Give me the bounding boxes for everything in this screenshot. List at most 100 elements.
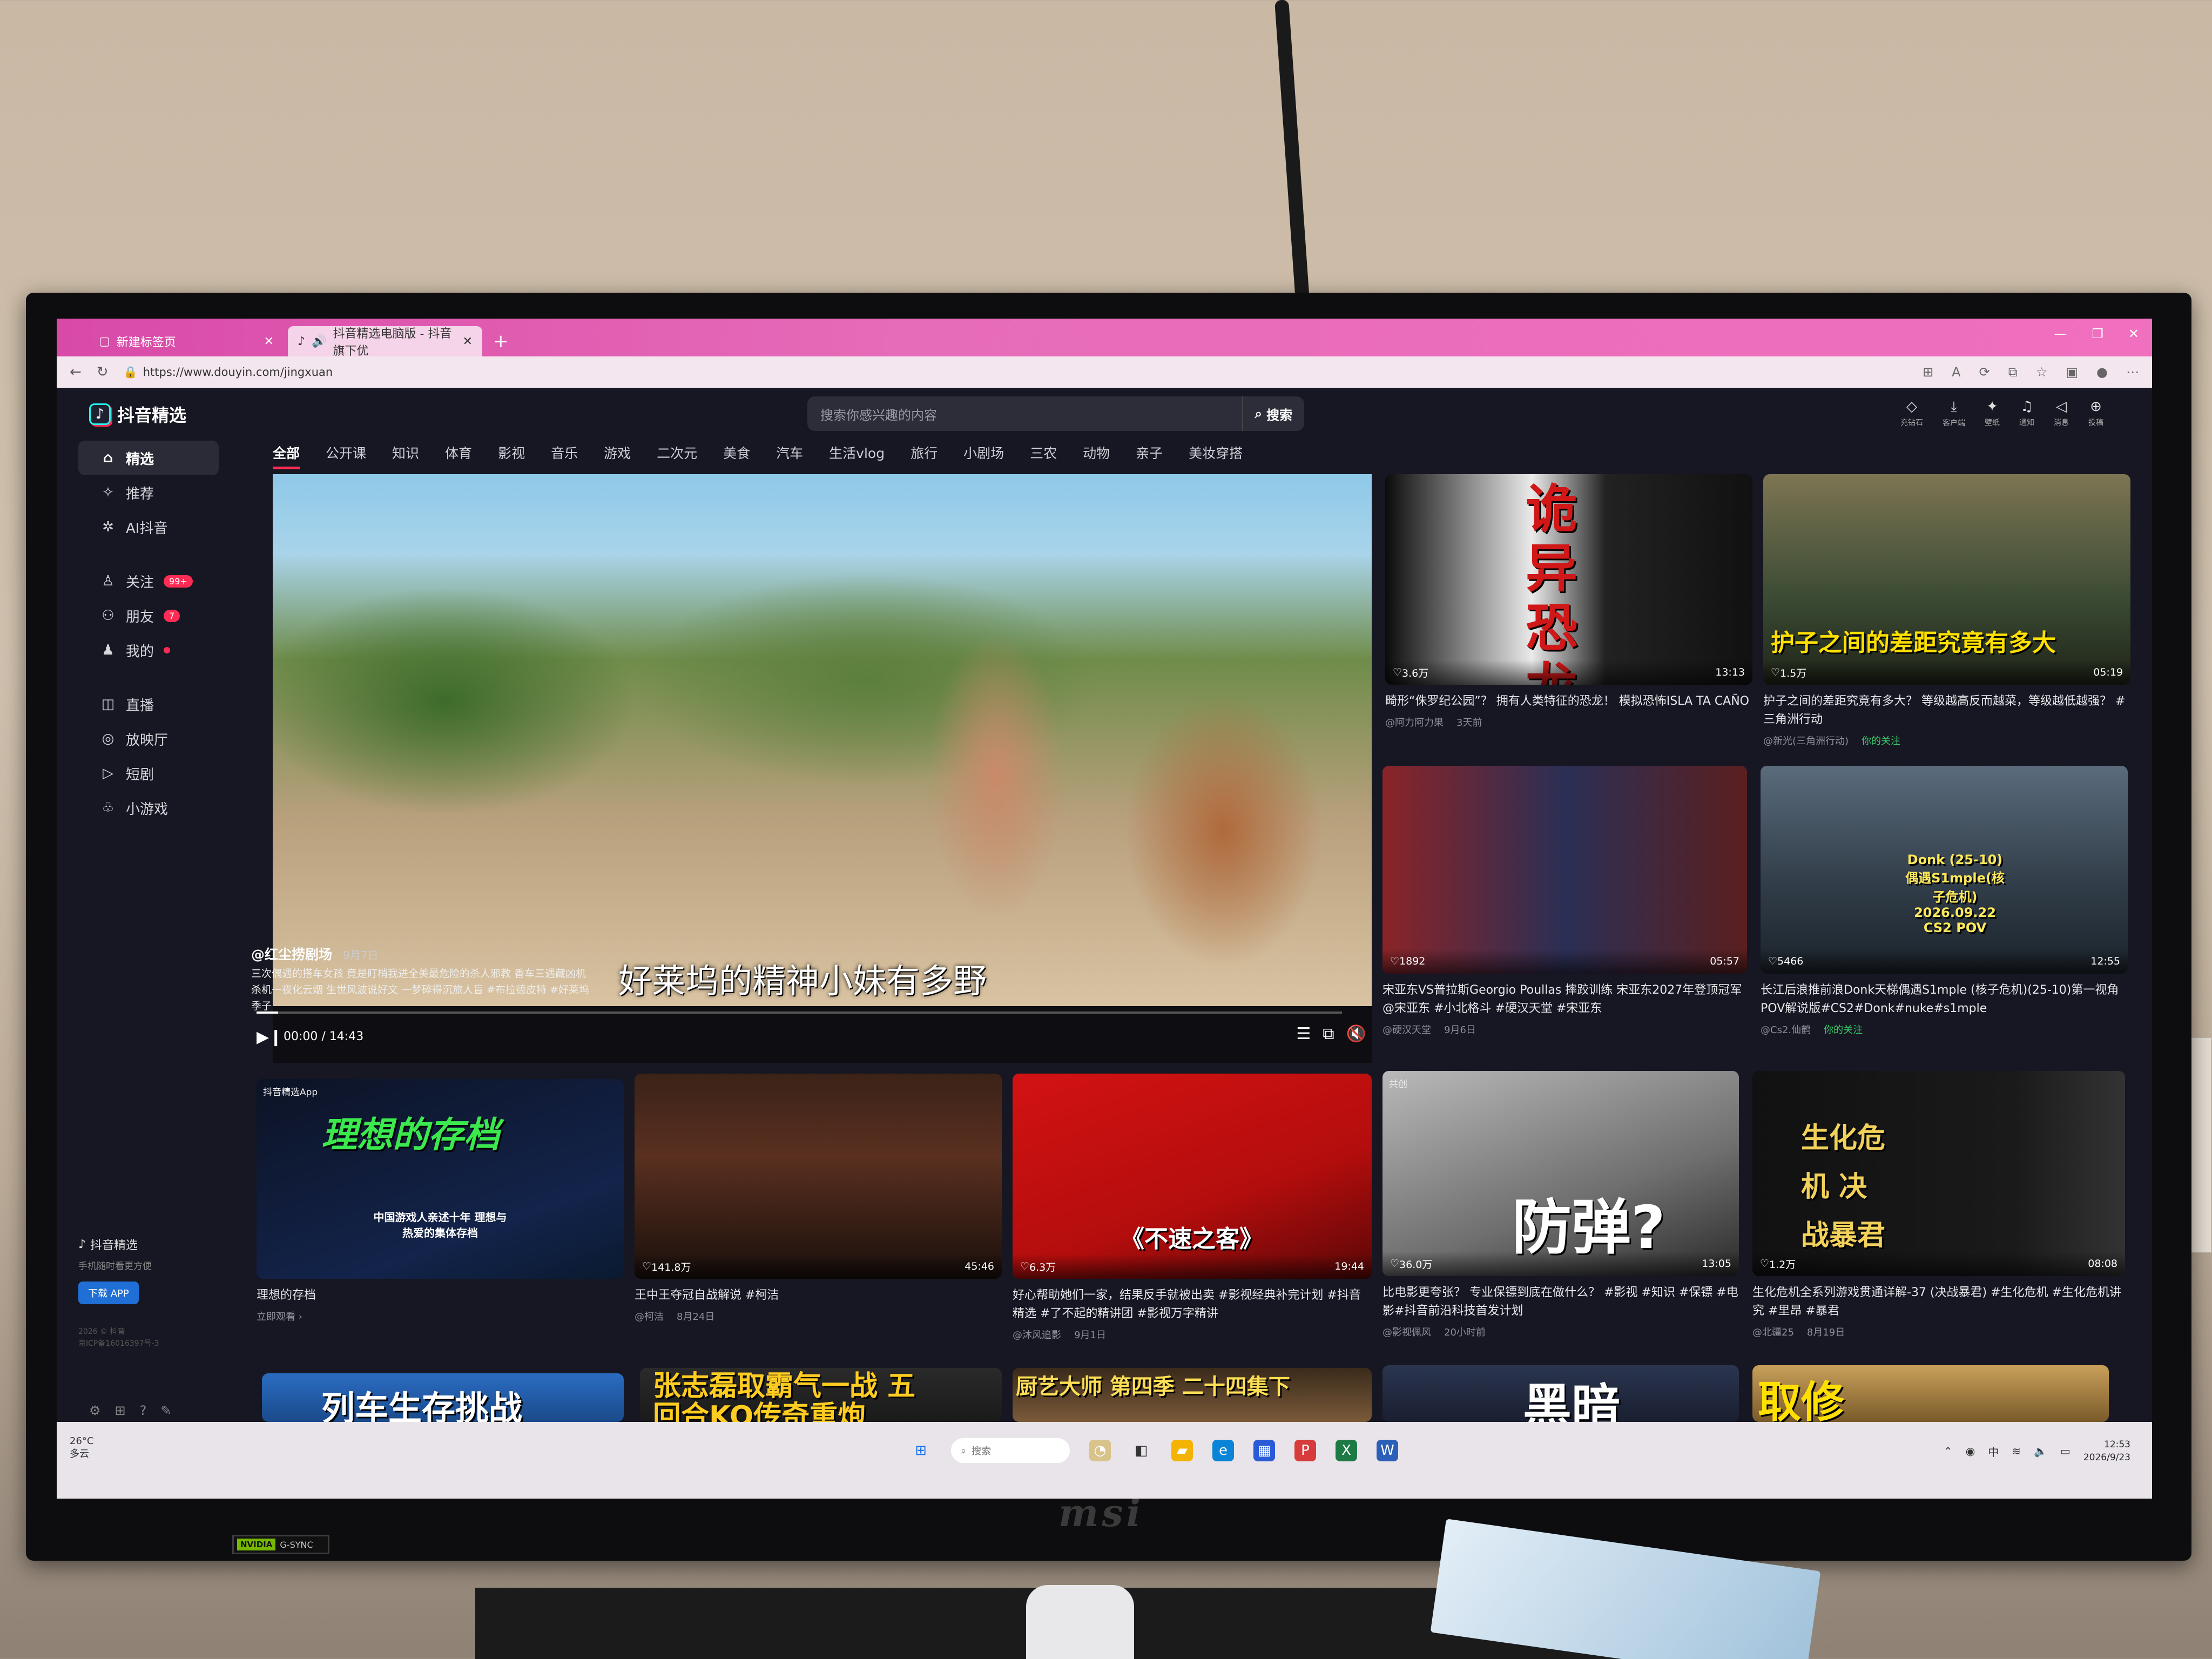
video-author[interactable]: @红尘捞剧场 9月7日 [251,944,378,963]
video-author[interactable]: @柯洁 [635,1311,664,1323]
refresh-icon[interactable]: ⟳ [1979,365,1990,380]
more-icon[interactable]: ⋯ [2126,365,2139,380]
video-title[interactable]: 比电影更夸张？ 专业保镖到底在做什么？ #影视 #知识 #保镖 #电影#抖音前沿… [1382,1284,1739,1320]
weather-widget[interactable]: 26°C 多云 [70,1435,93,1461]
sidebar-item-recommend[interactable]: ✧ 推荐 [78,475,219,510]
video-thumbnail[interactable]: 张志磊取霸气一战 五回合KO传奇重炮 [640,1368,1002,1422]
category-tab[interactable]: 影视 [498,443,525,469]
video-thumbnail[interactable]: ♡ 1892 05:57 [1382,766,1747,974]
volume-icon[interactable]: 🔇 [1346,1024,1366,1043]
sidebar-item-mine[interactable]: ♟ 我的 [78,633,219,667]
sidebar-item-theater[interactable]: ◎ 放映厅 [78,721,219,756]
video-author[interactable]: @Cs2.仙鹤 [1761,1024,1811,1036]
feedback-icon[interactable]: ✎ [160,1403,171,1418]
video-card[interactable]: 厨艺大师 第四季 二十四集下 [1013,1368,1372,1422]
taskbar-clock[interactable]: 12:53 2026/9/23 [2083,1438,2130,1464]
progress-bar[interactable] [257,1011,1342,1014]
volume-icon[interactable]: 🔈 [2034,1445,2047,1458]
video-author[interactable]: @阿力阿力果 [1385,717,1444,729]
category-tab[interactable]: 三农 [1030,443,1057,469]
tray-app-icon[interactable]: ◉ [1966,1445,1975,1458]
category-tab[interactable]: 全部 [273,443,300,469]
video-title[interactable]: 宋亚东VS普拉斯Georgio Poullas 摔跤训练 宋亚东2027年登顶冠… [1382,981,1747,1018]
video-title[interactable]: 护子之间的差距究竟有多大？ 等级越高反而越菜，等级越低越强？ #三角洲行动 [1763,692,2130,729]
video-thumbnail[interactable]: 抖音精选App 理想的存档 中国游戏人亲述十年 理想与热爱的集体存档 [257,1079,624,1279]
upload-button[interactable]: ⊕ 投稿 [2088,399,2103,428]
video-author[interactable]: @硬汉天堂 [1382,1024,1431,1036]
video-title[interactable]: 理想的存档 [257,1286,624,1305]
recharge-button[interactable]: ◇ 充钻石 [1900,399,1923,428]
video-thumbnail[interactable]: 护子之间的差距究竟有多大 ♡ 1.5万 05:19 [1763,474,2130,685]
video-thumbnail[interactable]: 诡异恐龙 ♡3.6万 13:13 [1385,474,1752,685]
category-tab[interactable]: 二次元 [657,443,697,469]
restore-icon[interactable]: ❐ [2092,326,2103,341]
powerpoint-icon[interactable]: P [1294,1440,1316,1461]
video-thumbnail[interactable]: ♡ 141.8万 45:46 [635,1074,1002,1279]
url-field[interactable]: 🔒 https://www.douyin.com/jingxuan [124,366,333,379]
video-title[interactable]: 王中王夺冠自战解说 #柯洁 [635,1286,1002,1305]
category-tab[interactable]: 美妆穿搭 [1189,443,1243,469]
site-logo[interactable]: ♪ 抖音精选 [89,402,186,427]
video-thumbnail[interactable]: 共创 防弹? ♡ 36.0万 13:05 [1382,1071,1739,1276]
browser-tab-douyin[interactable]: ♪ 🔊 抖音精选电脑版 - 抖音旗下优 ✕ [288,326,482,358]
search-box[interactable]: 搜索你感兴趣的内容 ⌕ 搜索 [807,396,1304,431]
speaker-icon[interactable]: 🔊 [312,335,326,348]
video-card[interactable]: 生化危机 决战暴君 ♡ 1.2万 08:08 生化危机全系列游戏贯通详解-37 (决战暴… [1752,1071,2125,1339]
close-tab-icon[interactable]: ✕ [264,335,274,348]
category-tab[interactable]: 旅行 [911,443,938,469]
windows-start-icon[interactable]: ⊞ [910,1440,932,1461]
video-thumbnail[interactable]: Donk (25-10) 偶遇S1mple(核子危机) 2026.09.22 C… [1761,766,2128,974]
video-title[interactable]: 生化危机全系列游戏贯通详解-37 (决战暴君) #生化危机 #生化危机讲究 #里… [1752,1284,2125,1320]
category-tab[interactable]: 音乐 [551,443,578,469]
sidebar-item-follow[interactable]: ♙ 关注 99+ [78,564,219,598]
video-author[interactable]: @影视佩风 [1382,1327,1431,1338]
edge-browser-icon[interactable]: e [1212,1440,1234,1461]
category-tab[interactable]: 生活vlog [829,443,885,469]
grid-icon[interactable]: ⊞ [115,1403,126,1418]
search-button[interactable]: ⌕ 搜索 [1242,396,1304,431]
sidebar-item-featured[interactable]: ⌂ 精选 [78,441,219,475]
video-title[interactable]: 长江后浪推前浪Donk天梯偶遇S1mple (核子危机)(25-10)第一视角P… [1761,981,2128,1018]
video-card[interactable]: 共创 防弹? ♡ 36.0万 13:05 比电影更夸张？ 专业保镖到底在做什么？ #影视 … [1382,1071,1739,1339]
sidebar-item-drama[interactable]: ▷ 短剧 [78,756,219,791]
close-window-icon[interactable]: ✕ [2128,326,2139,341]
battery-icon[interactable]: ▭ [2060,1445,2071,1458]
category-tab[interactable]: 知识 [392,443,419,469]
new-tab-button[interactable]: + [487,326,515,356]
reload-icon[interactable]: ↻ [97,364,109,380]
sidebar-item-ai[interactable]: ✲ AI抖音 [78,510,219,544]
chevron-up-icon[interactable]: ⌃ [1944,1445,1953,1458]
taskbar-search[interactable]: ⌕ 搜索 [951,1438,1070,1463]
video-card[interactable]: 《不速之客》 ♡ 6.3万 19:44 好心帮助她们一家，结果反手就被出卖 #影视经典补… [1013,1074,1372,1341]
video-card[interactable]: 张志磊取霸气一战 五回合KO传奇重炮 [640,1368,1002,1422]
wallpaper-button[interactable]: ✦ 壁纸 [1985,399,2000,428]
video-author[interactable]: 立即观看 › [257,1311,302,1323]
file-explorer-icon[interactable]: ▰ [1171,1440,1193,1461]
download-app-button[interactable]: 下载 APP [78,1282,139,1304]
ime-indicator[interactable]: 中 [1988,1444,1999,1459]
video-card[interactable]: 抖音精选App 理想的存档 中国游戏人亲述十年 理想与热爱的集体存档理想的存档立即观… [257,1079,624,1323]
video-card[interactable]: ♡ 141.8万 45:46 王中王夺冠自战解说 #柯洁 @柯洁 8月24日 [635,1074,1002,1323]
video-thumbnail[interactable]: 生化危机 决战暴君 ♡ 1.2万 08:08 [1752,1071,2125,1276]
video-author[interactable]: @新光(三角洲行动) [1763,736,1849,747]
store-icon[interactable]: ▦ [1253,1440,1275,1461]
back-icon[interactable]: ← [70,364,82,380]
video-thumbnail[interactable]: 取修 [1752,1365,2109,1422]
playlist-icon[interactable]: ☰ [1296,1024,1311,1043]
task-view-icon[interactable]: ◧ [1130,1440,1152,1461]
category-tab[interactable]: 汽车 [776,443,803,469]
help-icon[interactable]: ? [140,1403,147,1418]
search-input[interactable]: 搜索你感兴趣的内容 [820,404,937,423]
settings-icon[interactable]: ⚙ [89,1403,101,1418]
favorite-icon[interactable]: ☆ [2036,365,2048,380]
video-card[interactable]: Donk (25-10) 偶遇S1mple(核子危机) 2026.09.22 C… [1761,766,2128,1036]
video-title[interactable]: 畸形“侏罗纪公园”？ 拥有人类特征的恐龙！ 模拟恐怖ISLA TA CAÑO [1385,692,1752,711]
client-button[interactable]: ⤓ 客户端 [1943,399,1965,428]
sidebar-item-live[interactable]: ◫ 直播 [78,687,219,721]
widget-icon[interactable]: ◔ [1089,1440,1111,1461]
close-tab-icon[interactable]: ✕ [463,335,473,348]
video-thumbnail[interactable]: 《不速之客》 ♡ 6.3万 19:44 [1013,1074,1372,1279]
collections-icon[interactable]: ▣ [2066,365,2078,380]
excel-icon[interactable]: X [1336,1440,1357,1461]
featured-video-frame[interactable] [273,474,1372,1006]
